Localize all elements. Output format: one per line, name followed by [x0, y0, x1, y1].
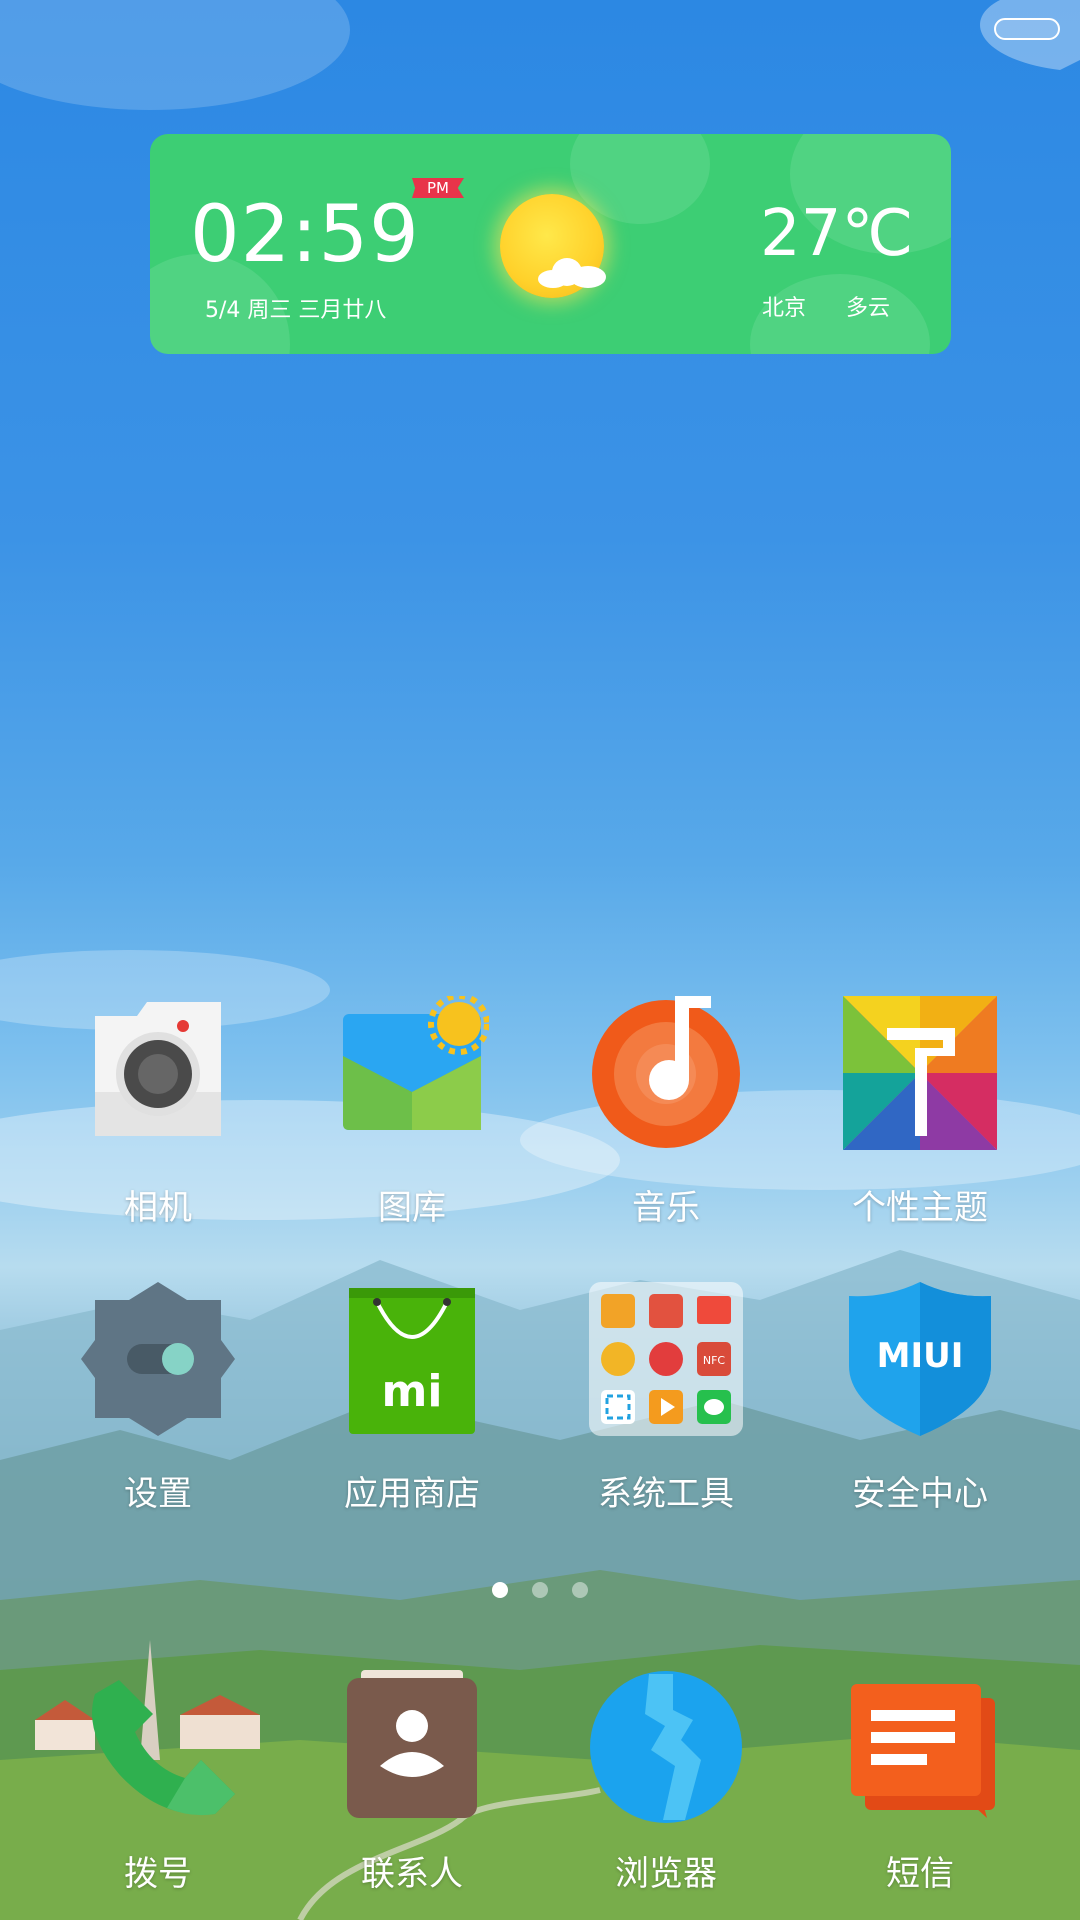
app-gallery[interactable]: 图库	[312, 993, 512, 1229]
weather-condition: 多云	[846, 296, 891, 321]
clock-weather-widget[interactable]: PM 02:59 5/4 周三 三月廿八 27℃ 北京 多云	[150, 134, 951, 354]
app-label: 个性主题	[852, 1188, 988, 1228]
app-label: 安全中心	[852, 1474, 988, 1514]
app-music[interactable]: 音乐	[566, 994, 766, 1229]
app-label: 系统工具	[598, 1474, 734, 1514]
app-settings[interactable]: 设置	[58, 1282, 258, 1515]
app-label: 音乐	[632, 1188, 700, 1228]
app-label: 拨号	[124, 1854, 192, 1894]
app-label: 浏览器	[615, 1854, 717, 1894]
app-label: 应用商店	[344, 1474, 480, 1514]
gallery-icon	[335, 993, 490, 1150]
app-label: 相机	[124, 1188, 192, 1228]
phone-icon	[81, 1670, 235, 1824]
page-indicator[interactable]	[0, 1582, 1080, 1602]
themes-icon	[843, 996, 997, 1150]
store-badge: mi	[382, 1366, 443, 1417]
page-dot-2[interactable]	[532, 1582, 548, 1598]
temperature-value[interactable]: 27℃	[760, 202, 913, 266]
system-tools-folder-icon: NFC	[589, 1282, 743, 1436]
app-label: 图库	[378, 1188, 446, 1228]
clock-time[interactable]: 02:59	[190, 196, 420, 274]
browser-globe-icon	[589, 1670, 743, 1824]
battery-indicator	[994, 18, 1060, 40]
page-dot-3[interactable]	[572, 1582, 588, 1598]
security-badge: MIUI	[877, 1336, 964, 1376]
app-label: 设置	[124, 1474, 192, 1514]
messages-icon	[843, 1670, 997, 1824]
app-store-bag-icon: mi	[335, 1282, 489, 1436]
city-label: 北京	[762, 296, 807, 321]
app-security[interactable]: MIUI 安全中心	[820, 1282, 1020, 1515]
app-store[interactable]: mi 应用商店	[312, 1282, 512, 1515]
settings-gear-icon	[81, 1282, 235, 1436]
dock-dialer[interactable]: 拨号	[58, 1670, 258, 1895]
camera-icon	[81, 996, 235, 1150]
app-label: 短信	[886, 1854, 954, 1894]
app-system-tools[interactable]: NFC 系统工具	[566, 1282, 766, 1515]
ampm-badge: PM	[412, 178, 464, 198]
app-camera[interactable]: 相机	[58, 996, 258, 1229]
app-themes[interactable]: 个性主题	[820, 996, 1020, 1229]
page-dot-1[interactable]	[492, 1582, 508, 1598]
contacts-icon	[335, 1670, 489, 1824]
security-shield-icon: MIUI	[843, 1282, 997, 1436]
date-label: 5/4 周三 三月廿八	[205, 298, 387, 323]
music-icon	[589, 994, 743, 1150]
app-label: 联系人	[361, 1854, 463, 1894]
nfc-label: NFC	[703, 1354, 726, 1367]
dock-browser[interactable]: 浏览器	[566, 1670, 766, 1895]
dock-messages[interactable]: 短信	[820, 1670, 1020, 1895]
dock-contacts[interactable]: 联系人	[312, 1670, 512, 1895]
cloud-icon	[538, 258, 606, 288]
